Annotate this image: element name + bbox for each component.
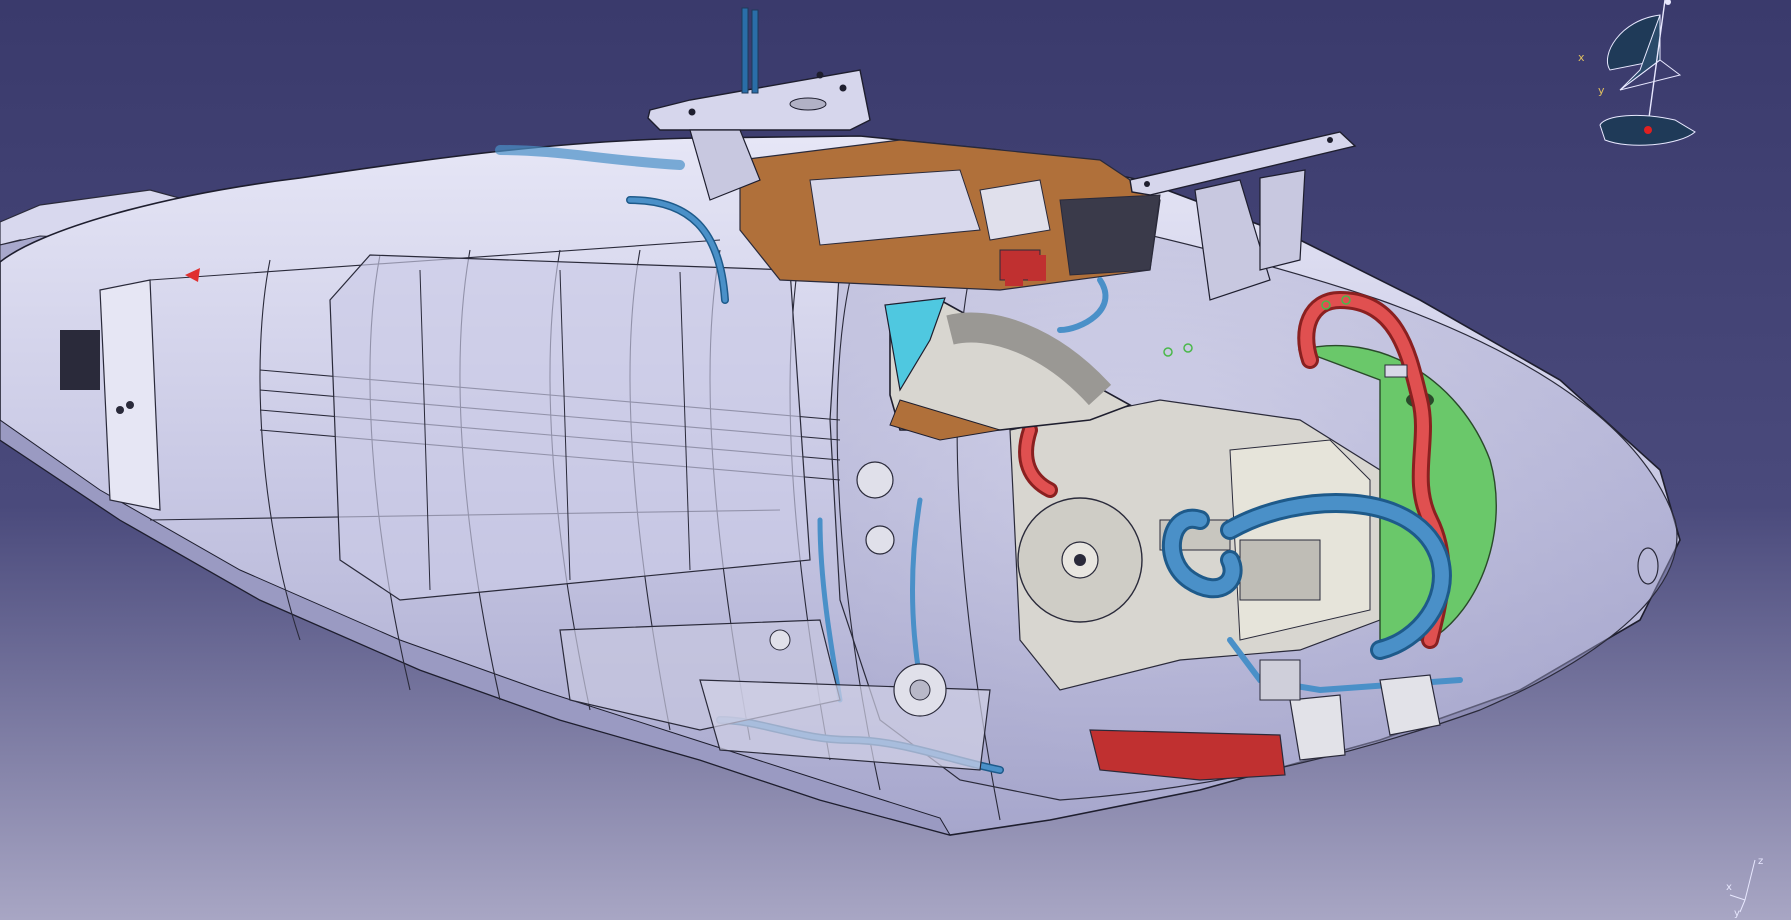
compass-y-label: y [1598, 84, 1605, 97]
upper-compartment[interactable] [739, 139, 1161, 291]
fuel-tank[interactable] [329, 254, 811, 601]
compass-x-label: x [1578, 51, 1585, 64]
compass-origin-icon [1644, 126, 1652, 134]
nose-port [1637, 547, 1659, 585]
triad-z-label: z [1758, 856, 1763, 867]
lower-red-component[interactable] [1089, 729, 1286, 781]
triad-x-label: x [1726, 882, 1732, 893]
model-canvas[interactable]: x y z x y [0, 0, 1791, 920]
3d-viewport[interactable]: x y z x y [0, 0, 1791, 920]
triad-y-label: y [1734, 908, 1740, 919]
